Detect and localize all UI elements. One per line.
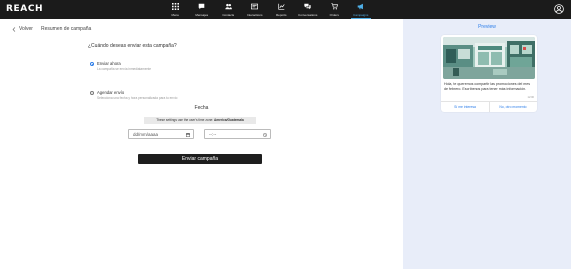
breadcrumb: Resumen de campaña bbox=[41, 26, 92, 32]
main-nav: Menu Mensajes Contacts Interactions Repo… bbox=[162, 0, 374, 19]
nav-item-campaigns[interactable]: Campaigns bbox=[348, 0, 375, 19]
nav-label: Contacts bbox=[222, 13, 235, 17]
preview-button-later[interactable]: No, otro momento bbox=[489, 102, 537, 112]
cart-icon bbox=[331, 3, 338, 10]
nav-label: Mensajes bbox=[195, 13, 209, 17]
radio-schedule[interactable] bbox=[90, 91, 94, 95]
preview-time: 12:00 bbox=[527, 96, 535, 99]
preview-message: Hola, te queremos compartir las promocio… bbox=[444, 82, 531, 91]
time-input[interactable]: --:-- bbox=[204, 129, 271, 139]
chat-icon bbox=[198, 3, 205, 10]
app-logo[interactable]: REACH bbox=[6, 4, 43, 14]
chart-icon bbox=[278, 3, 285, 10]
date-input[interactable]: dd/mm/aaaa bbox=[128, 129, 194, 139]
nav-item-menu[interactable]: Menu bbox=[162, 0, 189, 19]
radio-send-now[interactable] bbox=[90, 62, 94, 66]
preview-image bbox=[443, 37, 535, 79]
top-navigation-bar: REACH Menu Mensajes Contacts Interaction… bbox=[0, 0, 571, 19]
grid-icon bbox=[171, 3, 179, 10]
time-placeholder: --:-- bbox=[209, 132, 217, 137]
chevron-left-icon bbox=[12, 26, 16, 32]
preview-title: Preview bbox=[478, 24, 496, 30]
calendar-icon[interactable] bbox=[186, 132, 190, 137]
storefront-image bbox=[443, 37, 535, 79]
nav-item-conversations[interactable]: Conversations bbox=[295, 0, 322, 19]
campaign-summary-main: Volver Resumen de campaña ¿Cuándo deseas… bbox=[0, 19, 403, 269]
conversations-icon bbox=[304, 3, 311, 10]
back-button[interactable]: Volver bbox=[12, 26, 33, 32]
interactions-icon bbox=[251, 3, 259, 10]
people-icon bbox=[225, 3, 232, 10]
option-description: Selecciona una fecha y hora personalizad… bbox=[97, 96, 178, 100]
option-title: Agendar envío bbox=[97, 90, 125, 95]
option-title: Enviar ahora bbox=[97, 61, 121, 66]
timezone-note: These settings use the user's time zone:… bbox=[144, 117, 256, 124]
timezone-note-text: These settings use the user's time zone: bbox=[156, 118, 214, 122]
nav-label: Interactions bbox=[246, 13, 263, 17]
back-label: Volver bbox=[19, 26, 33, 32]
option-description: La campaña se envía inmediatamente bbox=[97, 67, 152, 71]
nav-label: Menu bbox=[171, 13, 179, 17]
megaphone-icon bbox=[357, 3, 364, 10]
date-label: Fecha bbox=[194, 105, 209, 111]
nav-item-mensajes[interactable]: Mensajes bbox=[189, 0, 216, 19]
nav-label: Conversations bbox=[298, 13, 318, 17]
nav-item-contacts[interactable]: Contacts bbox=[215, 0, 242, 19]
timezone-value: America/Guatemala bbox=[214, 118, 244, 122]
preview-button-interested[interactable]: Sí me interesa bbox=[441, 102, 489, 112]
nav-label: Reports bbox=[275, 13, 287, 17]
nav-item-orders[interactable]: Orders bbox=[321, 0, 348, 19]
preview-panel: Preview Hola, te queremos compartir las … bbox=[403, 19, 571, 269]
send-campaign-button[interactable]: Enviar campaña bbox=[138, 154, 262, 164]
nav-label: Campaigns bbox=[353, 13, 369, 17]
nav-item-interactions[interactable]: Interactions bbox=[242, 0, 269, 19]
send-time-question: ¿Cuándo deseas enviar esta campaña? bbox=[88, 43, 177, 49]
message-preview-card: Hola, te queremos compartir las promocio… bbox=[441, 35, 537, 112]
user-avatar-icon[interactable] bbox=[554, 4, 564, 14]
nav-item-reports[interactable]: Reports bbox=[268, 0, 295, 19]
nav-label: Orders bbox=[329, 13, 339, 17]
clock-icon[interactable] bbox=[263, 132, 267, 137]
date-placeholder: dd/mm/aaaa bbox=[133, 132, 159, 137]
